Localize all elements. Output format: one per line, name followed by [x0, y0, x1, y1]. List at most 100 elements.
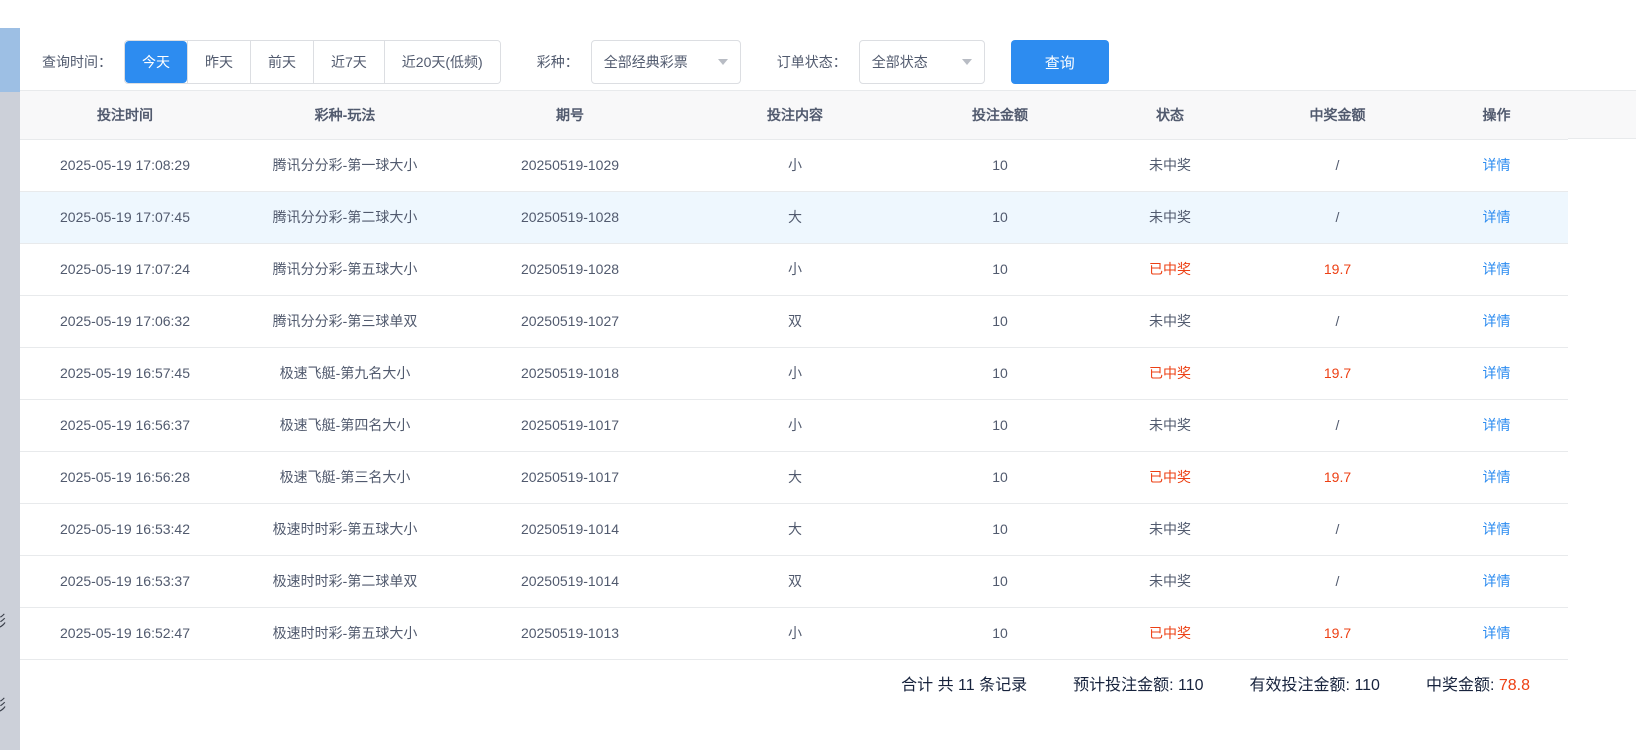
- total-prize-amount: 中奖金额: 78.8: [1426, 671, 1530, 695]
- column-bet-amount: 投注金额: [910, 91, 1090, 139]
- status-cell: 已中奖: [1090, 243, 1250, 295]
- order-status-filter-label: 订单状态：: [777, 52, 847, 72]
- chevron-down-icon: [718, 59, 728, 65]
- operation-cell: 详情: [1425, 243, 1568, 295]
- bet-amount-cell: 10: [910, 555, 1090, 607]
- bet-amount-cell: 10: [910, 399, 1090, 451]
- bet-time-cell: 2025-05-19 17:06:32: [20, 295, 230, 347]
- issue-cell: 20250519-1014: [460, 555, 680, 607]
- detail-link[interactable]: 详情: [1483, 521, 1511, 537]
- detail-link[interactable]: 详情: [1483, 313, 1511, 329]
- time-filter-option-1[interactable]: 昨天: [187, 41, 250, 83]
- total-prize-amount-label: 中奖金额:: [1426, 677, 1494, 694]
- column-prize-amount: 中奖金额: [1250, 91, 1425, 139]
- operation-cell: 详情: [1425, 347, 1568, 399]
- issue-cell: 20250519-1028: [460, 191, 680, 243]
- prize-cell: 19.7: [1250, 243, 1425, 295]
- bet-time-cell: 2025-05-19 17:07:24: [20, 243, 230, 295]
- table-row: 2025-05-19 17:07:45 腾讯分分彩-第二球大小 20250519…: [20, 191, 1568, 243]
- detail-link[interactable]: 详情: [1483, 417, 1511, 433]
- column-status: 状态: [1090, 91, 1250, 139]
- lottery-play-cell: 极速飞艇-第三名大小: [230, 451, 460, 503]
- expected-bet-amount: 预计投注金额: 110: [1073, 671, 1203, 695]
- sidebar-text-fragment: 彩: [0, 694, 19, 715]
- lottery-play-cell: 极速飞艇-第九名大小: [230, 347, 460, 399]
- lottery-select[interactable]: 全部经典彩票: [591, 40, 741, 84]
- table-row: 2025-05-19 16:53:37 极速时时彩-第二球单双 20250519…: [20, 555, 1568, 607]
- detail-link[interactable]: 详情: [1483, 469, 1511, 485]
- bet-content-cell: 小: [680, 347, 910, 399]
- lottery-play-cell: 极速飞艇-第四名大小: [230, 399, 460, 451]
- status-cell: 未中奖: [1090, 399, 1250, 451]
- detail-link[interactable]: 详情: [1483, 261, 1511, 277]
- bet-content-cell: 大: [680, 503, 910, 555]
- bet-amount-cell: 10: [910, 191, 1090, 243]
- table-row: 2025-05-19 16:52:47 极速时时彩-第五球大小 20250519…: [20, 607, 1568, 659]
- bet-amount-cell: 10: [910, 295, 1090, 347]
- detail-link[interactable]: 详情: [1483, 625, 1511, 641]
- status-cell: 未中奖: [1090, 295, 1250, 347]
- detail-link[interactable]: 详情: [1483, 573, 1511, 589]
- valid-bet-amount-value: 110: [1354, 677, 1380, 694]
- sidebar-active-item-fragment: [0, 28, 20, 92]
- bet-content-cell: 双: [680, 555, 910, 607]
- time-filter-option-4[interactable]: 近20天(低频): [384, 41, 500, 83]
- prize-cell: 19.7: [1250, 451, 1425, 503]
- bet-time-cell: 2025-05-19 17:08:29: [20, 139, 230, 191]
- operation-cell: 详情: [1425, 451, 1568, 503]
- valid-bet-amount-label: 有效投注金额:: [1250, 677, 1350, 694]
- operation-cell: 详情: [1425, 139, 1568, 191]
- order-status-select[interactable]: 全部状态: [859, 40, 985, 84]
- issue-cell: 20250519-1014: [460, 503, 680, 555]
- table-header-gutter: [1568, 91, 1636, 139]
- bet-amount-cell: 10: [910, 503, 1090, 555]
- bet-time-cell: 2025-05-19 16:53:37: [20, 555, 230, 607]
- lottery-play-cell: 腾讯分分彩-第五球大小: [230, 243, 460, 295]
- bet-time-cell: 2025-05-19 17:07:45: [20, 191, 230, 243]
- issue-cell: 20250519-1027: [460, 295, 680, 347]
- bet-time-cell: 2025-05-19 16:57:45: [20, 347, 230, 399]
- valid-bet-amount: 有效投注金额: 110: [1250, 671, 1380, 695]
- bet-content-cell: 小: [680, 243, 910, 295]
- issue-cell: 20250519-1018: [460, 347, 680, 399]
- time-filter-option-0[interactable]: 今天: [125, 41, 187, 83]
- lottery-filter-label: 彩种：: [537, 52, 579, 72]
- status-cell: 未中奖: [1090, 191, 1250, 243]
- status-cell: 已中奖: [1090, 347, 1250, 399]
- records-table-body: 2025-05-19 17:08:29 腾讯分分彩-第一球大小 20250519…: [20, 139, 1568, 659]
- main-content: 查询时间： 今天昨天前天近7天近20天(低频) 彩种： 全部经典彩票 订单状态：…: [20, 0, 1636, 750]
- lottery-play-cell: 腾讯分分彩-第二球大小: [230, 191, 460, 243]
- status-cell: 未中奖: [1090, 555, 1250, 607]
- column-bet-content: 投注内容: [680, 91, 910, 139]
- total-prize-amount-value: 78.8: [1499, 677, 1530, 694]
- lottery-select-value: 全部经典彩票: [604, 52, 688, 72]
- time-filter-option-3[interactable]: 近7天: [313, 41, 384, 83]
- betting-records-page: 彩 彩 查询时间： 今天昨天前天近7天近20天(低频) 彩种： 全部经典彩票 订…: [0, 0, 1636, 750]
- bet-time-cell: 2025-05-19 16:56:37: [20, 399, 230, 451]
- bet-content-cell: 小: [680, 399, 910, 451]
- time-filter-option-2[interactable]: 前天: [250, 41, 313, 83]
- expected-bet-amount-value: 110: [1178, 677, 1204, 694]
- bet-time-cell: 2025-05-19 16:52:47: [20, 607, 230, 659]
- detail-link[interactable]: 详情: [1483, 157, 1511, 173]
- detail-link[interactable]: 详情: [1483, 209, 1511, 225]
- table-row: 2025-05-19 16:57:45 极速飞艇-第九名大小 20250519-…: [20, 347, 1568, 399]
- status-cell: 未中奖: [1090, 503, 1250, 555]
- table-header-row: 投注时间 彩种-玩法 期号 投注内容 投注金额 状态 中奖金额 操作: [20, 91, 1568, 139]
- collapsed-sidebar[interactable]: 彩 彩: [0, 0, 20, 750]
- bet-content-cell: 小: [680, 139, 910, 191]
- order-status-select-value: 全部状态: [872, 52, 928, 72]
- bet-amount-cell: 10: [910, 451, 1090, 503]
- bet-time-cell: 2025-05-19 16:56:28: [20, 451, 230, 503]
- lottery-play-cell: 极速时时彩-第五球大小: [230, 503, 460, 555]
- query-button[interactable]: 查询: [1011, 40, 1109, 84]
- prize-cell: /: [1250, 399, 1425, 451]
- lottery-play-cell: 极速时时彩-第二球单双: [230, 555, 460, 607]
- prize-cell: /: [1250, 139, 1425, 191]
- total-records: 合计 共 11 条记录: [901, 671, 1027, 695]
- detail-link[interactable]: 详情: [1483, 365, 1511, 381]
- operation-cell: 详情: [1425, 191, 1568, 243]
- bet-time-cell: 2025-05-19 16:53:42: [20, 503, 230, 555]
- issue-cell: 20250519-1029: [460, 139, 680, 191]
- bet-amount-cell: 10: [910, 139, 1090, 191]
